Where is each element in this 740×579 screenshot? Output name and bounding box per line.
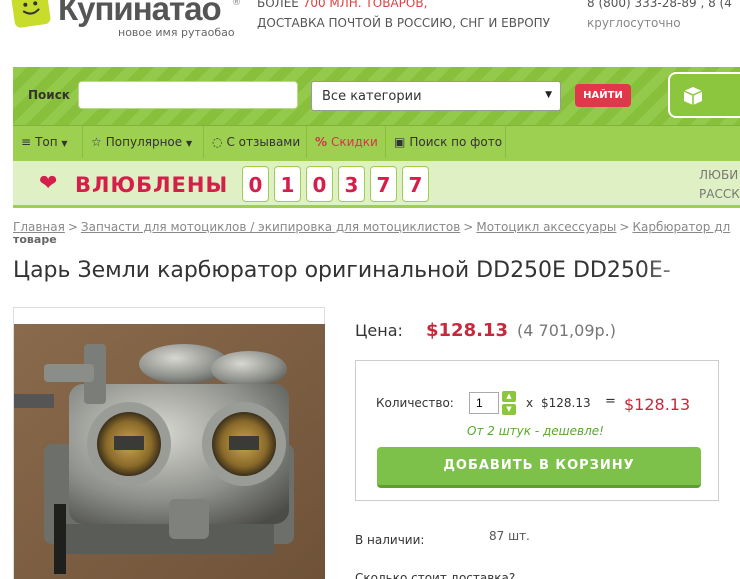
equals-sign: =	[605, 394, 616, 409]
search-label: Поиск	[28, 88, 70, 102]
list-icon: ≡	[21, 135, 32, 149]
quantity-input[interactable]	[469, 392, 499, 414]
breadcrumb-separator: >	[463, 220, 474, 234]
percent-icon: %	[315, 135, 328, 149]
search-band: Поиск Все категории ▼ НАЙТИ	[13, 67, 740, 125]
stock-label: В наличии:	[355, 533, 425, 547]
photo-icon: ▣	[394, 135, 406, 149]
nav-label-reviews: С отзывами	[226, 135, 301, 149]
category-nav: ≡ Топ ▼ ☆ Популярное ▼ ◌ С отзывами % Скидки…	[13, 125, 740, 159]
logo-registered-mark: ®	[232, 0, 241, 8]
quantity-stepper[interactable]: ▲ ▼	[502, 391, 516, 415]
product-photo	[14, 324, 325, 579]
buy-box: Количество: ▲ ▼ x $128.13 = $128.13 От 2…	[355, 360, 719, 501]
category-selected-value: Все категории	[322, 89, 422, 104]
dropdown-arrow-icon: ▼	[61, 139, 68, 148]
nav-item-top[interactable]: ≡ Топ ▼	[13, 126, 83, 159]
counter-digit: 3	[338, 166, 365, 202]
nav-item-popular[interactable]: ☆ Популярное ▼	[83, 126, 204, 159]
unit-price: $128.13	[541, 396, 591, 410]
nav-item-sale[interactable]: % Скидки	[307, 126, 386, 159]
love-side-text-1: ЛЮБИ	[699, 168, 739, 182]
select-arrow-icon: ▼	[545, 90, 552, 100]
breadcrumb-moto-accessories[interactable]: Мотоцикл аксессуары	[476, 220, 616, 234]
breadcrumb: Главная > Запчасти для мотоциклов / экипир…	[13, 220, 730, 234]
love-side-text-2: РАССК	[699, 187, 740, 201]
counter-digit: 1	[274, 166, 301, 202]
love-counter-title: ВЛЮБЛЕНЫ	[75, 173, 229, 197]
quantity-label: Количество:	[376, 396, 454, 410]
counter-digit: 7	[370, 166, 397, 202]
price-usd: $128.13	[426, 320, 508, 341]
phone-number[interactable]: 8 (800) 333-28-89 , 8 (4	[587, 0, 732, 10]
add-to-cart-button[interactable]: ДОБАВИТЬ В КОРЗИНУ	[377, 447, 701, 488]
love-counter-strip: ❤ ВЛЮБЛЕНЫ 0 1 0 3 7 7 ЛЮБИ РАССК	[13, 158, 740, 208]
breadcrumb-separator: >	[67, 220, 78, 234]
counter-digit: 7	[402, 166, 429, 202]
total-price: $128.13	[624, 395, 691, 414]
breadcrumb-home[interactable]: Главная	[13, 220, 65, 234]
promo-line-1: БОЛЕЕ 700 МЛН. ТОВАРОВ,	[257, 0, 427, 10]
promo-line-2: ДОСТАВКА ПОЧТОЙ В РОССИЮ, СНГ И ЕВРОПУ	[257, 16, 550, 30]
search-input[interactable]	[78, 81, 298, 109]
shipping-question-link[interactable]: Сколько стоит доставка?	[355, 571, 515, 579]
promo-prefix: БОЛЕЕ	[257, 0, 303, 10]
breadcrumb-tail: товаре	[13, 233, 57, 246]
nav-item-reviews[interactable]: ◌ С отзывами	[204, 126, 307, 159]
counter-digit: 0	[242, 166, 269, 202]
price-label: Цена:	[355, 321, 403, 340]
title-fade-overlay	[640, 255, 740, 291]
comment-icon: ◌	[212, 135, 223, 149]
page-title: Царь Земли карбюратор оригинальной DD250…	[13, 258, 671, 283]
stepper-up-icon[interactable]: ▲	[502, 391, 516, 402]
price-rub: (4 701,09р.)	[517, 321, 616, 340]
logo-tagline: новое имя рутаобао	[118, 26, 235, 39]
promo-highlight: 700 МЛН. ТОВАРОВ,	[302, 0, 428, 10]
heart-icon: ❤	[39, 171, 58, 196]
breadcrumb-separator: >	[619, 220, 630, 234]
logo-name[interactable]: Купинатао	[58, 0, 222, 28]
nav-label-top: Топ	[35, 135, 58, 149]
breadcrumb-moto-parts[interactable]: Запчасти для мотоциклов / экипировка для…	[81, 220, 460, 234]
star-icon: ☆	[91, 135, 102, 149]
nav-label-popular: Популярное	[105, 135, 183, 149]
nav-label-photo-search: Поиск по фото	[409, 135, 503, 149]
counter-digit: 0	[306, 166, 333, 202]
product-image-frame[interactable]	[13, 307, 325, 579]
dropdown-arrow-icon: ▼	[185, 139, 193, 148]
nav-item-photo-search[interactable]: ▣ Поиск по фото	[386, 126, 506, 159]
find-button[interactable]: НАЙТИ	[575, 84, 631, 107]
discount-note: От 2 штук - дешевле!	[467, 424, 604, 438]
category-select[interactable]: Все категории ▼	[311, 81, 561, 111]
nav-label-sale: Скидки	[331, 135, 378, 149]
breadcrumb-carburetor[interactable]: Карбюратор дл	[632, 220, 730, 234]
phone-hours: круглосуточно	[587, 16, 681, 30]
stock-value: 87 шт.	[489, 529, 530, 543]
stepper-down-icon[interactable]: ▼	[502, 404, 516, 415]
cube-icon	[683, 87, 703, 105]
cart-button[interactable]	[668, 72, 740, 118]
logo-icon[interactable]	[10, 0, 52, 29]
site-header: Купинатао ® новое имя рутаобао БОЛЕЕ 700…	[0, 0, 740, 60]
multiply-sign: x	[526, 396, 534, 410]
